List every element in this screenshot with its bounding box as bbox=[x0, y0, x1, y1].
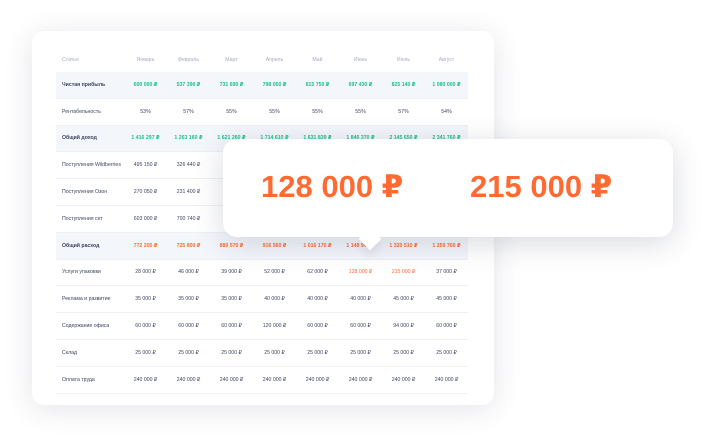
table-cell: 603 000 ₽ bbox=[124, 205, 167, 233]
table-cell: 39 000 ₽ bbox=[210, 259, 253, 287]
row-label: Поступления сет bbox=[56, 205, 124, 233]
row-label: Поступления Wildberries bbox=[56, 151, 124, 180]
table-row[interactable]: Рентабельность 53% 57% 55% 55% 55% 55% 57% 54% bbox=[56, 98, 468, 126]
table-cell: 798 050 ₽ bbox=[253, 72, 296, 99]
table-summary-row[interactable]: Чистая прибыль 600 000 ₽537 390 ₽731 690 … bbox=[56, 72, 468, 99]
column-header-month[interactable]: Февраль bbox=[167, 48, 210, 72]
table-cell: 25 000 ₽ bbox=[382, 339, 425, 367]
column-header-month[interactable]: Апрель bbox=[253, 48, 296, 72]
table-row[interactable]: Оплата труда 240 000 ₽240 000 ₽240 000 ₽2… bbox=[56, 366, 468, 394]
column-header-month[interactable]: Июль bbox=[382, 48, 425, 72]
table-cell: 128 000 ₽ bbox=[339, 259, 382, 287]
table-cell: 37 000 ₽ bbox=[425, 259, 468, 287]
table-cell: 60 000 ₽ bbox=[167, 312, 210, 340]
table-cell: 825 140 ₽ bbox=[382, 72, 425, 99]
table-header-row: Статья Январь Февраль Март Апрель Май Июнь Июль… bbox=[56, 48, 468, 72]
row-label: Оплата труда bbox=[56, 366, 124, 394]
table-cell: 55% bbox=[253, 98, 296, 126]
tooltip-value-june: 128 000 ₽ bbox=[261, 169, 404, 204]
table-cell: 60 000 ₽ bbox=[210, 312, 253, 340]
row-label: Общий расход bbox=[56, 232, 124, 260]
table-cell: 46 000 ₽ bbox=[167, 259, 210, 287]
table-cell: 120 000 ₽ bbox=[253, 312, 296, 340]
table-cell: 240 000 ₽ bbox=[124, 366, 167, 394]
value-tooltip: 128 000 ₽ 215 000 ₽ bbox=[223, 139, 673, 251]
table-cell: 55% bbox=[210, 98, 253, 126]
table-cell: 1 080 000 ₽ bbox=[425, 72, 468, 99]
column-header-article[interactable]: Статья bbox=[56, 48, 124, 72]
table-cell: 240 000 ₽ bbox=[210, 366, 253, 394]
table-cell: 725 800 ₽ bbox=[167, 232, 210, 260]
table-cell: 55% bbox=[339, 98, 382, 126]
column-header-month[interactable]: Март bbox=[210, 48, 253, 72]
table-cell: 57% bbox=[382, 98, 425, 126]
row-label: Реклама и развитие bbox=[56, 285, 124, 314]
row-label: Общий доход bbox=[56, 125, 124, 153]
table-cell: 25 000 ₽ bbox=[210, 339, 253, 367]
table-cell: 40 000 ₽ bbox=[253, 285, 296, 314]
table-cell: 270 050 ₽ bbox=[124, 178, 167, 206]
table-cell: 60 000 ₽ bbox=[296, 312, 339, 340]
table-cell: 60 000 ₽ bbox=[339, 312, 382, 340]
row-label: Склад bbox=[56, 339, 124, 367]
table-cell: 731 690 ₽ bbox=[210, 72, 253, 99]
table-cell: 62 000 ₽ bbox=[296, 259, 339, 287]
row-label: Поступления Озон bbox=[56, 178, 124, 206]
table-row[interactable]: Услуги упаковки 28 000 ₽46 000 ₽39 000 ₽5… bbox=[56, 259, 468, 287]
table-cell: 537 390 ₽ bbox=[167, 72, 210, 99]
table-cell: 35 000 ₽ bbox=[210, 285, 253, 314]
table-cell: 40 000 ₽ bbox=[296, 285, 339, 314]
table-cell: 45 000 ₽ bbox=[425, 285, 468, 314]
table-cell: 52 000 ₽ bbox=[253, 259, 296, 287]
table-cell: 94 000 ₽ bbox=[382, 312, 425, 340]
table-cell: 495 150 ₽ bbox=[124, 151, 167, 180]
table-cell: 57% bbox=[167, 98, 210, 126]
row-label: Чистая прибыль bbox=[56, 72, 124, 99]
table-cell: 1 416 297 ₽ bbox=[124, 125, 167, 153]
table-cell: 60 000 ₽ bbox=[425, 312, 468, 340]
table-cell: 25 000 ₽ bbox=[124, 339, 167, 367]
table-cell: 28 000 ₽ bbox=[124, 259, 167, 287]
table-cell: 240 000 ₽ bbox=[382, 366, 425, 394]
table-cell: 240 000 ₽ bbox=[296, 366, 339, 394]
table-cell: 25 000 ₽ bbox=[339, 339, 382, 367]
table-cell: 60 000 ₽ bbox=[124, 312, 167, 340]
row-label: Услуги упаковки bbox=[56, 259, 124, 287]
table-cell: 35 000 ₽ bbox=[167, 285, 210, 314]
table-cell: 25 000 ₽ bbox=[425, 339, 468, 367]
tooltip-value-july: 215 000 ₽ bbox=[470, 169, 613, 204]
table-cell: 240 000 ₽ bbox=[253, 366, 296, 394]
table-row[interactable]: Склад 25 000 ₽25 000 ₽25 000 ₽25 000 ₽25 … bbox=[56, 339, 468, 367]
table-cell: 697 430 ₽ bbox=[339, 72, 382, 99]
table-cell: 54% bbox=[425, 98, 468, 126]
table-cell: 772 200 ₽ bbox=[124, 232, 167, 260]
table-cell: 25 000 ₽ bbox=[253, 339, 296, 367]
table-cell: 240 000 ₽ bbox=[425, 366, 468, 394]
column-header-month[interactable]: Июнь bbox=[339, 48, 382, 72]
table-cell: 25 000 ₽ bbox=[296, 339, 339, 367]
table-cell: 53% bbox=[124, 98, 167, 126]
table-row[interactable]: Содержание офиса 60 000 ₽60 000 ₽60 000 ₽… bbox=[56, 312, 468, 340]
table-cell: 600 000 ₽ bbox=[124, 72, 167, 99]
table-cell: 40 000 ₽ bbox=[339, 285, 382, 314]
table-cell: 700 740 ₽ bbox=[167, 205, 210, 233]
table-row[interactable]: Реклама и развитие 35 000 ₽35 000 ₽35 000… bbox=[56, 285, 468, 314]
column-header-month[interactable]: Май bbox=[296, 48, 339, 72]
row-label: Рентабельность bbox=[56, 98, 124, 126]
table-cell: 215 000 ₽ bbox=[382, 259, 425, 287]
table-cell: 240 000 ₽ bbox=[339, 366, 382, 394]
table-cell: 326 440 ₽ bbox=[167, 151, 210, 180]
table-cell: 55% bbox=[296, 98, 339, 126]
table-cell: 25 000 ₽ bbox=[167, 339, 210, 367]
table-cell: 240 000 ₽ bbox=[167, 366, 210, 394]
table-cell: 1 263 160 ₽ bbox=[167, 125, 210, 153]
table-cell: 35 000 ₽ bbox=[124, 285, 167, 314]
column-header-month[interactable]: Январь bbox=[124, 48, 167, 72]
table-cell: 815 750 ₽ bbox=[296, 72, 339, 99]
column-header-month[interactable]: Август bbox=[425, 48, 468, 72]
table-cell: 231 400 ₽ bbox=[167, 178, 210, 206]
row-label: Содержание офиса bbox=[56, 312, 124, 340]
table-cell: 45 000 ₽ bbox=[382, 285, 425, 314]
